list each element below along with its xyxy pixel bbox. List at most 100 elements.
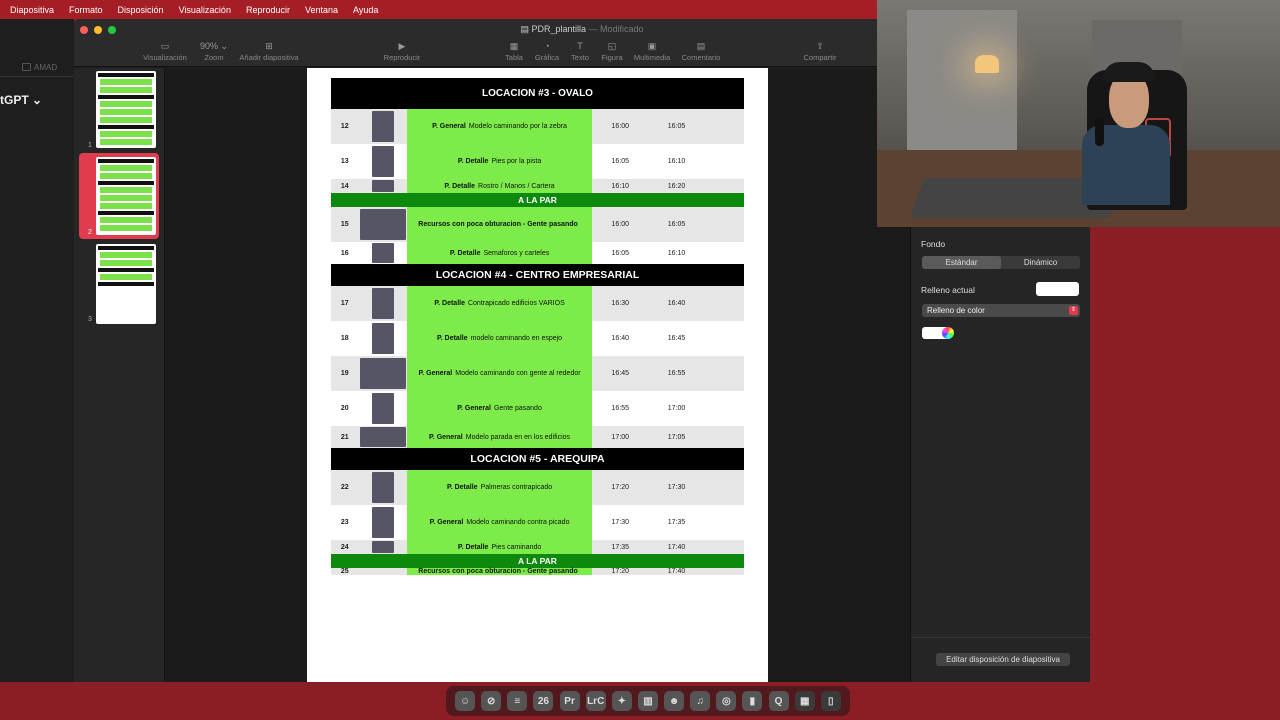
table-row[interactable]: 23 P. General Modelo caminando contra pica… <box>331 505 744 540</box>
slide-number: 3 <box>88 316 92 323</box>
table-row[interactable]: 21 P. General Modelo parada en en los edif… <box>331 426 744 448</box>
calendar-icon[interactable]: 26 <box>533 691 554 711</box>
slide-number: 2 <box>88 229 92 236</box>
table-row[interactable]: 14 P. Detalle Rostro / Manos / Cartera 16:1… <box>331 179 744 193</box>
table-row[interactable]: 15 Recursos con poca obturacion - Gente p… <box>331 207 744 242</box>
shot-text: Gente pasando <box>493 405 542 412</box>
play-button[interactable]: ▶ Reproducir <box>372 39 432 62</box>
menu-item[interactable]: Visualización <box>179 5 231 15</box>
shot-description: P. Detalle Palmeras contrapicado <box>406 470 593 505</box>
menu-item[interactable]: Ayuda <box>353 5 378 15</box>
tab-standard[interactable]: Estándar <box>922 256 1001 269</box>
start-time: 16:05 <box>611 158 630 165</box>
shot-text: Rostro / Manos / Cartera <box>478 182 555 190</box>
music-icon[interactable]: ♫ <box>690 691 711 711</box>
end-time: 17:40 <box>667 568 686 575</box>
shot-image <box>371 472 394 503</box>
slide-canvas[interactable]: LOCACION #3 - OVALO 12 P. General Modelo ca… <box>166 68 922 682</box>
shot-text: Modelo caminando contra picado <box>466 519 570 526</box>
finder-icon[interactable]: ☺ <box>455 691 476 711</box>
comment-icon: ▤ <box>696 41 706 51</box>
start-time: 17:20 <box>611 484 630 491</box>
shot-description: Recursos con poca obturacion - Gente pas… <box>406 207 593 242</box>
table-row[interactable]: 16 P. Detalle Semaforos y carteles 16:05 16:… <box>331 242 744 264</box>
tab-dynamic[interactable]: Dinámico <box>1001 256 1080 269</box>
table-row[interactable]: 12 P. General Modelo caminando por la zebr… <box>331 109 744 144</box>
discord-icon[interactable]: ☻ <box>664 691 685 711</box>
menu-item[interactable]: Reproducir <box>246 5 290 15</box>
shape-label: Figura <box>601 53 623 62</box>
shot-text: Contrapicado edificios VARIOS <box>467 300 565 307</box>
parallel-header: A LA PAR <box>331 193 744 207</box>
menu-item[interactable]: Ventana <box>305 5 338 15</box>
add-slide-label: Añadir diapositiva <box>239 53 299 62</box>
end-time: 16:10 <box>667 249 686 257</box>
notes-icon[interactable]: ≡ <box>507 691 528 711</box>
comment-button[interactable]: ▤ Comentario <box>671 39 731 62</box>
lightroom-icon[interactable]: LrC <box>585 691 606 711</box>
end-time: 17:35 <box>667 519 686 526</box>
edit-slide-layout-button[interactable]: Editar disposición de diapositiva <box>936 653 1070 666</box>
background-mode-segmented[interactable]: Estándar Dinámico <box>922 256 1080 269</box>
table-row[interactable]: 18 P. Detalle modelo caminando en espejo 16… <box>331 321 744 356</box>
shot-image <box>371 243 394 263</box>
add-slide-button[interactable]: ⊞ Añadir diapositiva <box>239 39 299 62</box>
menu-item[interactable]: Formato <box>69 5 103 15</box>
fill-type-select[interactable]: Relleno de color ⇕ <box>922 304 1080 317</box>
menu-item[interactable]: Disposición <box>118 5 164 15</box>
shot-number: 13 <box>340 158 349 165</box>
color-wheel-icon[interactable] <box>942 327 954 339</box>
background-tab-label[interactable]: AMAD <box>34 63 57 72</box>
shot-type: P. Detalle <box>437 335 468 342</box>
table-row[interactable]: 24 P. Detalle Pies caminando 17:35 17:40 <box>331 540 744 554</box>
shot-description: P. General Modelo parada en en los edific… <box>406 426 593 448</box>
shot-type: P. Detalle <box>446 484 478 491</box>
shot-type: P. Detalle <box>457 158 489 165</box>
play-label: Reproducir <box>383 53 421 62</box>
table-row[interactable]: 25 Recursos con poca obturacion - Gente p… <box>331 568 744 575</box>
shot-description: P. Detalle Rostro / Manos / Cartera <box>406 179 593 193</box>
tab-icon <box>22 63 31 71</box>
schedule-table[interactable]: LOCACION #3 - OVALO 12 P. General Modelo ca… <box>331 78 744 575</box>
start-time: 16:00 <box>611 221 630 228</box>
folder-icon[interactable]: ▦ <box>794 691 815 711</box>
safari-icon[interactable]: ⊘ <box>481 691 502 711</box>
bin-icon[interactable]: ▮ <box>742 691 763 711</box>
shot-thumbnail <box>359 179 407 193</box>
slide-thumbnail-2[interactable] <box>96 157 156 235</box>
keynote-icon[interactable]: ▥ <box>637 691 658 711</box>
screenshot-icon[interactable]: ◎ <box>716 691 737 711</box>
shot-number: 14 <box>340 182 349 190</box>
current-fill-swatch[interactable] <box>1036 282 1079 296</box>
app-icon[interactable]: ✦ <box>611 691 632 711</box>
slide-thumbnail-1[interactable] <box>96 71 156 148</box>
parallel-header: A LA PAR <box>331 554 744 568</box>
shot-number: 12 <box>340 123 349 130</box>
table-row[interactable]: 17 P. Detalle Contrapicado edificios VARIO… <box>331 286 744 321</box>
slide-page[interactable]: LOCACION #3 - OVALO 12 P. General Modelo ca… <box>307 68 768 682</box>
table-row[interactable]: 19 P. General Modelo caminando con gente a… <box>331 356 744 391</box>
webcam-microphone <box>1095 118 1104 146</box>
background-window[interactable]: AMAD tGPT ⌄ <box>0 19 74 682</box>
table-row[interactable]: 20 P. General Gente pasando 16:55 17:00 <box>331 391 744 426</box>
slide-thumbnail-3[interactable] <box>96 244 156 324</box>
shot-number: 16 <box>340 249 349 257</box>
table-row[interactable]: 22 P. Detalle Palmeras contrapicado 17:20 17… <box>331 470 744 505</box>
trash-icon[interactable]: ▯ <box>820 691 841 711</box>
document-status: — Modificado <box>588 24 644 34</box>
table-row[interactable]: 13 P. Detalle Pies por la pista 16:05 16:10 <box>331 144 744 179</box>
share-button[interactable]: ⇧ Compartir <box>790 39 850 62</box>
current-fill-label: Relleno actual <box>921 285 975 295</box>
shot-number: 22 <box>340 484 349 491</box>
location-header: LOCACION #3 - OVALO <box>331 78 744 109</box>
slide-number: 1 <box>88 142 92 149</box>
quicktime-icon[interactable]: Q <box>768 691 789 711</box>
document-name: PDR_plantilla <box>531 24 586 34</box>
background-window-title[interactable]: tGPT ⌄ <box>0 93 42 107</box>
shot-thumbnail <box>359 391 407 426</box>
divider <box>911 637 1090 638</box>
shot-description: P. Detalle Pies caminando <box>406 540 593 554</box>
zoom-button[interactable]: 90% ⌄ Zoom <box>184 39 244 62</box>
menu-item[interactable]: Diapositiva <box>10 5 54 15</box>
premiere-icon[interactable]: Pr <box>559 691 580 711</box>
